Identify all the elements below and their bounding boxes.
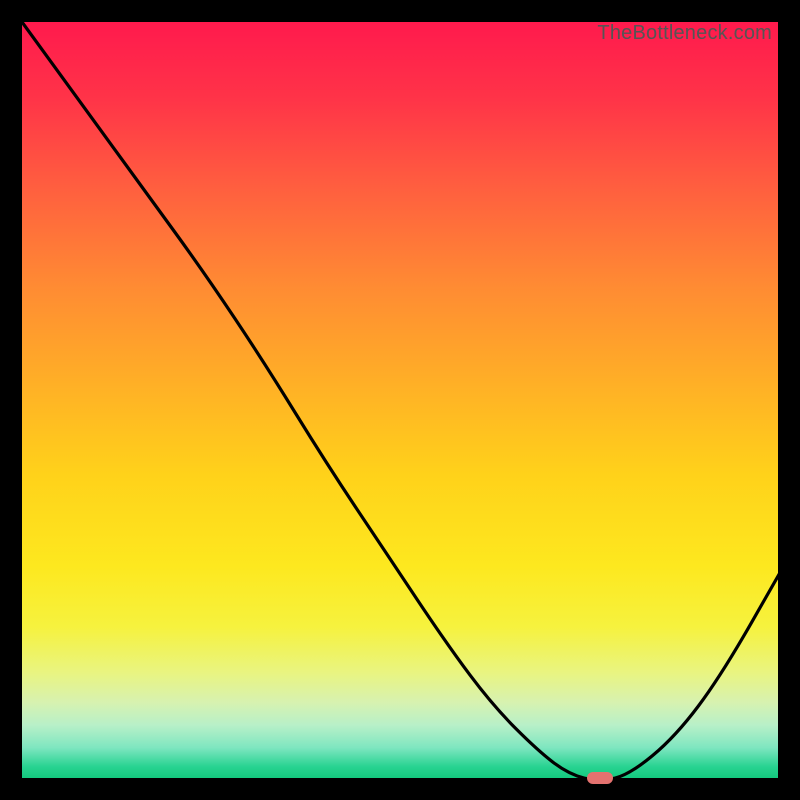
bottleneck-curve — [22, 22, 782, 782]
optimal-marker — [587, 772, 613, 784]
watermark-text: TheBottleneck.com — [597, 22, 772, 45]
chart-frame: TheBottleneck.com — [20, 20, 780, 780]
curve-path — [22, 22, 782, 780]
